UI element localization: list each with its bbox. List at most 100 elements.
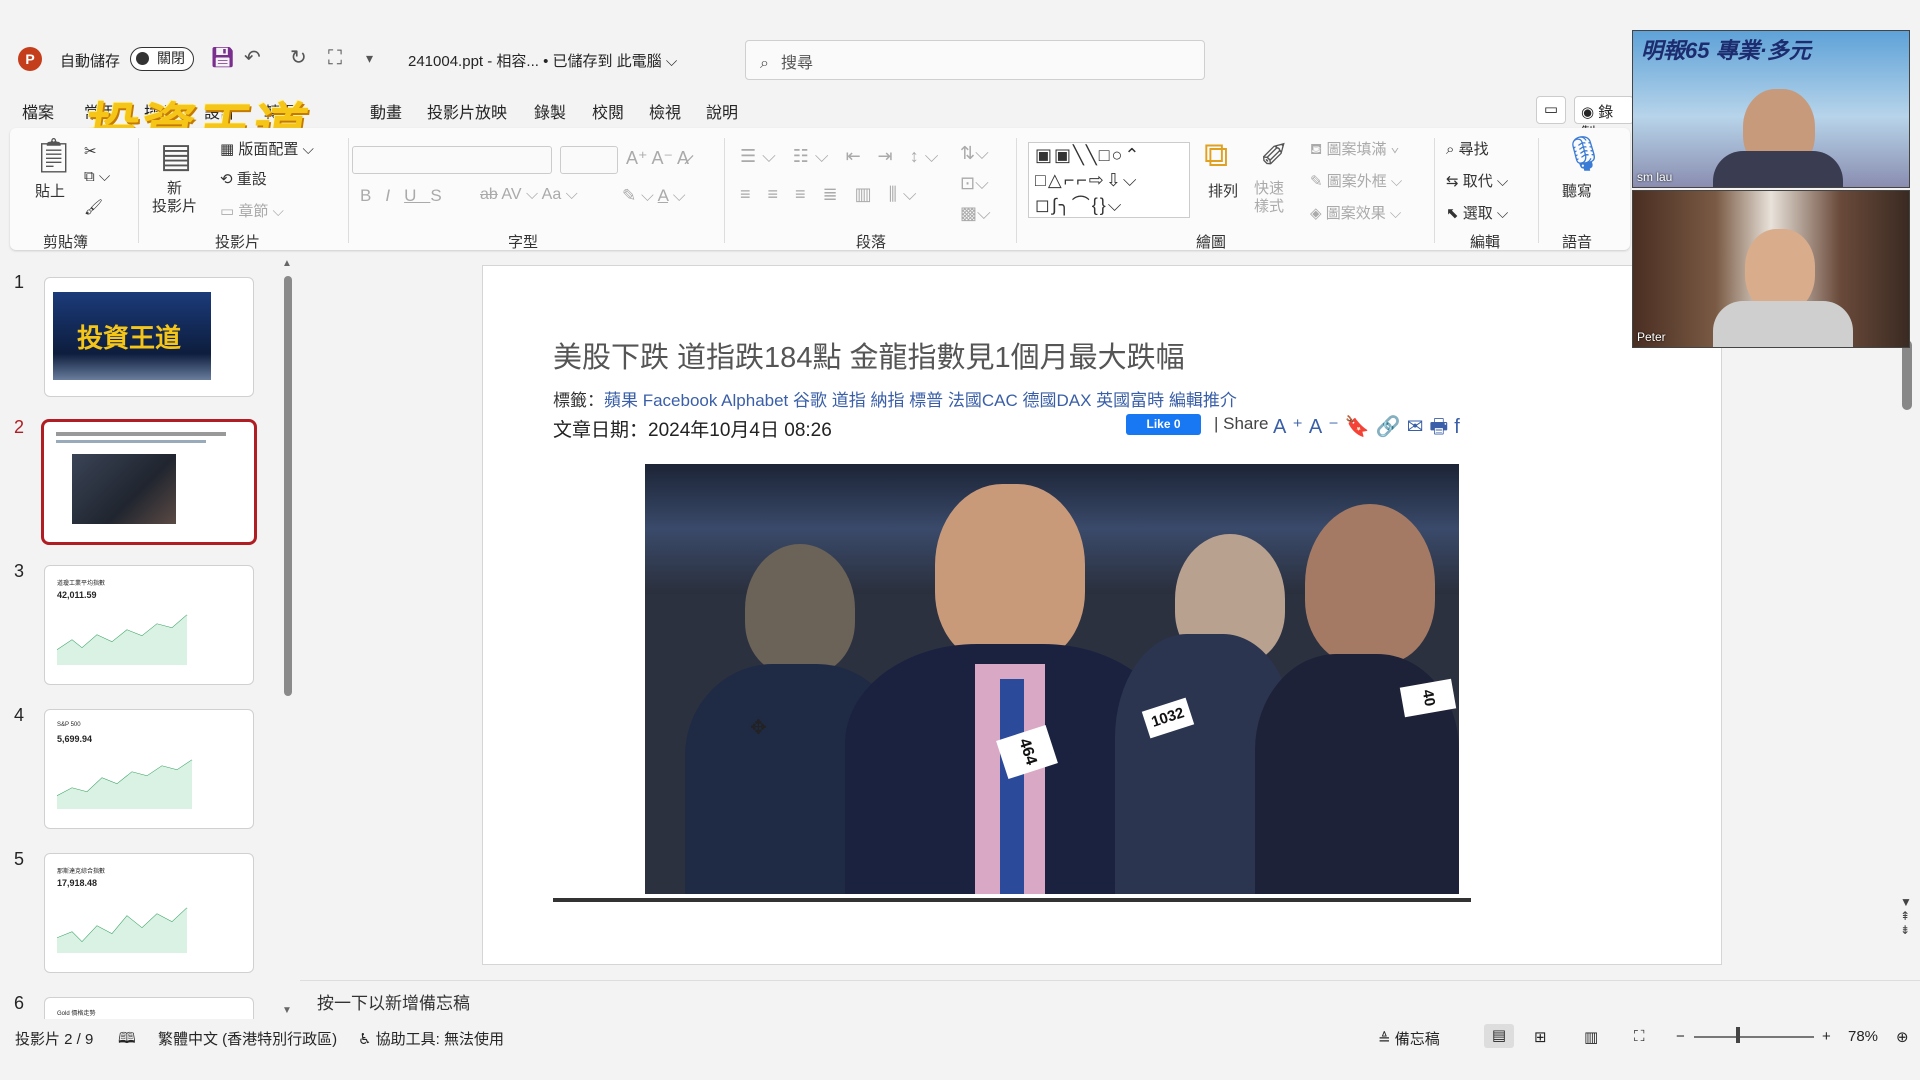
slide-number: 6 — [14, 993, 25, 1013]
text-direction-icons[interactable]: ⇅⌵ ⊡⌵ ▩⌵ — [960, 138, 991, 228]
accessibility-status[interactable]: ♿︎ 協助工具: 無法使用 — [358, 1028, 504, 1049]
spelling-icon[interactable]: 🕮︎ — [118, 1028, 136, 1053]
font-spacing-buttons[interactable]: ab AV ⌵ Aa ⌵ — [480, 186, 578, 204]
normal-view-icon[interactable]: ▤ — [1484, 1024, 1514, 1048]
font-size-select[interactable] — [560, 146, 618, 174]
highlight-font-color-icons[interactable]: ✎ ⌵ A ⌵ — [622, 186, 686, 206]
quick-styles-icon[interactable]: ✐ — [1260, 136, 1289, 176]
reset-button[interactable]: ⟲ 重設 — [220, 168, 267, 189]
font-size-adjust-icons[interactable]: A⁺ A⁻ A̷ — [626, 148, 689, 169]
clipboard-group-label: 剪貼簿 — [43, 234, 89, 251]
tab-slideshow[interactable]: 投影片放映 — [427, 99, 507, 123]
shapes-gallery[interactable]: ▣▣╲╲□○⌃ □△⌐⌐⇨⇩⌵ ◻∫╮⌒{}⌵ — [1028, 142, 1190, 218]
slide-date: 文章日期：2024年10月4日 08:26 — [553, 420, 832, 441]
slide-thumbnail-4[interactable]: S&P 500 5,699.94 — [44, 709, 254, 829]
tab-animations[interactable]: 動畫 — [370, 99, 402, 123]
list-indent-icons[interactable]: ☰⌵ ☷⌵ ⇤ ⇥ ↕⌵ — [740, 146, 944, 167]
traders-photo[interactable]: 464 1032 40 — [645, 464, 1459, 894]
search-input[interactable]: ⌕ 搜尋 — [745, 40, 1205, 80]
tab-record[interactable]: 錄製 — [534, 99, 566, 123]
arrange-icon[interactable]: ⧉ — [1204, 136, 1228, 175]
slide-thumbnail-1[interactable]: 投資王道 — [44, 277, 254, 397]
notes-placeholder[interactable]: 按一下以新增備忘稿 — [317, 989, 470, 1014]
zoom-slider-thumb[interactable] — [1736, 1027, 1740, 1043]
tab-help[interactable]: 說明 — [706, 99, 738, 123]
section-button[interactable]: ▭ 章節 ⌵ — [220, 200, 284, 221]
select-button[interactable]: ⬉ 選取 ⌵ — [1446, 202, 1508, 223]
new-slide-icon[interactable]: ▤ — [160, 136, 192, 176]
cut-icon[interactable]: ✂ — [84, 142, 97, 160]
scroll-up-icon[interactable]: ▲ — [282, 258, 292, 269]
paste-label[interactable]: 貼上 — [35, 180, 65, 201]
find-button[interactable]: ⌕ 尋找 — [1446, 138, 1489, 159]
arrange-button[interactable]: 排列 — [1208, 180, 1238, 201]
present-icon[interactable]: ⛶ — [328, 46, 342, 70]
notes-pane[interactable]: 按一下以新增備忘稿 — [300, 980, 1920, 1018]
replace-button[interactable]: ⇆ 取代 ⌵ — [1446, 170, 1508, 191]
tab-review[interactable]: 校閱 — [592, 99, 624, 123]
shape-fill-button[interactable]: ⛾ 圖案填滿 ⌵ — [1310, 138, 1399, 160]
comments-icon[interactable]: ▭ — [1536, 96, 1566, 124]
video-body — [1713, 301, 1853, 347]
format-painter-icon[interactable]: 🖌︎ — [84, 198, 103, 216]
divider — [1016, 138, 1017, 243]
canvas-scrollbar-thumb[interactable] — [1902, 340, 1912, 410]
alignment-icons[interactable]: ≡ ≡ ≡ ≣ ▥ ⫼⌵ — [740, 184, 923, 205]
microphone-icon[interactable]: 🎙︎ — [1562, 134, 1605, 174]
save-icon[interactable]: 💾︎ — [210, 46, 235, 70]
slide-thumbnail-2[interactable] — [41, 419, 257, 545]
slide-thumbnail-6[interactable]: Gold 價格走勢 — [44, 997, 254, 1019]
tab-view[interactable]: 檢視 — [649, 99, 681, 123]
slide-thumbnail-3[interactable]: 道瓊工業平均指數 42,011.59 — [44, 565, 254, 685]
font-style-buttons[interactable]: BIUS — [360, 186, 456, 206]
shape-outline-button[interactable]: ✎ 圖案外框 ⌵ — [1310, 170, 1402, 191]
redo-icon[interactable]: ↻ — [290, 46, 307, 70]
zoom-in-icon[interactable]: + — [1822, 1028, 1831, 1045]
scrollbar-thumb[interactable] — [284, 276, 292, 696]
dictate-button[interactable]: 聽寫 — [1562, 180, 1592, 201]
shape-effects-button[interactable]: ◈ 圖案效果 ⌵ — [1310, 202, 1401, 223]
customize-toolbar-icon[interactable]: ▾ — [366, 46, 373, 70]
notes-button[interactable]: ≜ 備忘稿 — [1378, 1028, 1440, 1049]
status-bar: 投影片 2 / 9 🕮︎ 繁體中文 (香港特別行政區) ♿︎ 協助工具: 無法使… — [0, 1022, 1920, 1052]
slideshow-view-icon[interactable]: ⛶ — [1634, 1028, 1645, 1045]
video-feed-top: 明報65 專業·多元 sm lau — [1632, 30, 1910, 188]
autosave-toggle[interactable]: 關閉 — [130, 47, 194, 71]
slide-sorter-icon[interactable]: ⊞ — [1534, 1028, 1547, 1046]
paste-icon[interactable]: 📋︎ — [32, 136, 75, 176]
page-nav-icons[interactable]: ▼ ⇞ ⇟ — [1900, 895, 1912, 937]
reading-view-icon[interactable]: ▥ — [1584, 1028, 1598, 1046]
new-slide-button[interactable]: 新 投影片 — [152, 180, 197, 216]
font-group-label: 字型 — [508, 234, 539, 251]
share-label: | Share — [1214, 414, 1269, 433]
scroll-down-icon[interactable]: ▼ — [282, 1005, 292, 1016]
photo-person-right — [1305, 504, 1435, 664]
zoom-out-icon[interactable]: − — [1676, 1028, 1685, 1045]
slides-group-label: 投影片 — [215, 234, 261, 251]
layout-button[interactable]: ▦ 版面配置 ⌵ — [220, 138, 314, 159]
slide-tags: 標籤：蘋果 Facebook Alphabet 谷歌 道指 納指 標普 法國CA… — [553, 391, 1237, 410]
participant-name: sm lau — [1637, 170, 1673, 184]
language-status[interactable]: 繁體中文 (香港特別行政區) — [158, 1028, 337, 1049]
font-family-select[interactable] — [352, 146, 552, 174]
undo-icon[interactable]: ↶ — [244, 46, 261, 70]
paragraph-group-label: 段落 — [856, 234, 887, 251]
fit-slide-icon[interactable]: ⊕ — [1896, 1028, 1909, 1046]
slides-scrollbar[interactable]: ▲ ▼ — [282, 258, 294, 1016]
document-title[interactable]: 241004.ppt - 相容... • 已儲存到 此電腦 ⌵ — [408, 50, 677, 71]
thumbnail-chart-title: 道瓊工業平均指數 — [57, 581, 106, 587]
zoom-level[interactable]: 78% — [1848, 1028, 1878, 1045]
slide-title[interactable]: 美股下跌 道指跌184點 金龍指數見1個月最大跌幅 — [553, 334, 1185, 376]
participant-name: Peter — [1637, 330, 1666, 344]
thumbnail-brand: 投資王道 — [77, 323, 182, 353]
photo-person-left — [745, 544, 855, 674]
drawing-group-label: 繪圖 — [1196, 234, 1227, 251]
tab-file[interactable]: 檔案 — [22, 99, 54, 123]
record-button[interactable]: ◉ 錄製 — [1574, 96, 1634, 142]
zoom-slider[interactable] — [1694, 1036, 1814, 1038]
slide-thumbnail-5[interactable]: 那斯達克綜合指數 17,918.48 — [44, 853, 254, 973]
quick-styles-button[interactable]: 快速樣式 — [1254, 180, 1294, 216]
editing-group-label: 編輯 — [1470, 234, 1501, 251]
current-slide[interactable]: 美股下跌 道指跌184點 金龍指數見1個月最大跌幅 標籤：蘋果 Facebook… — [482, 265, 1722, 965]
copy-icon[interactable]: ⧉ ⌵ — [84, 168, 110, 185]
